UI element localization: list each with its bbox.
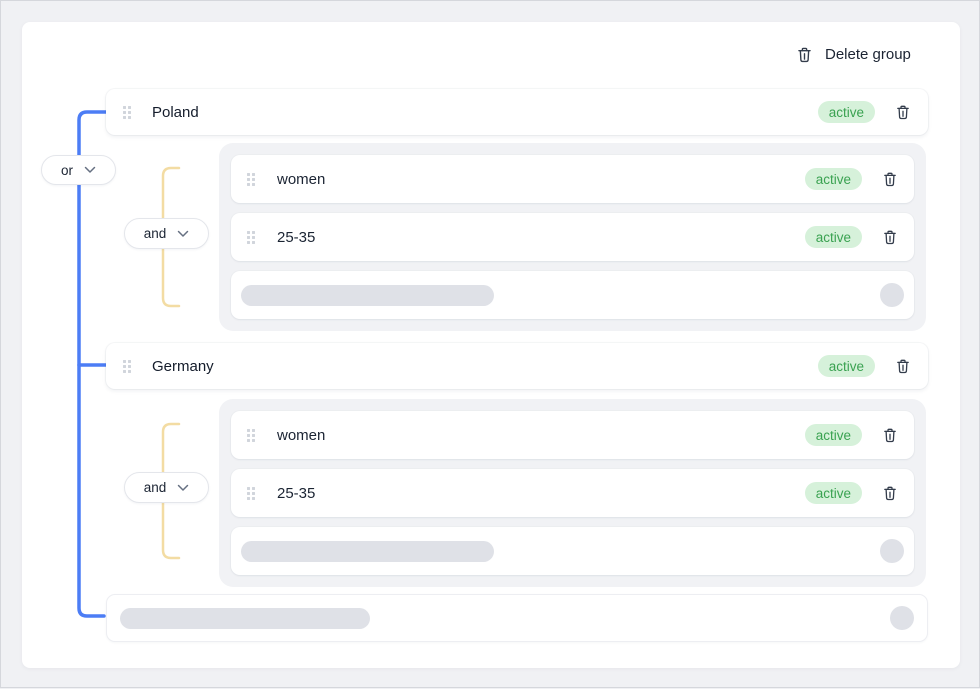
- operator-label: and: [144, 226, 167, 241]
- condition-group-container: women active 25-35 active: [219, 143, 926, 331]
- group-operator-dropdown[interactable]: and: [124, 218, 209, 249]
- condition-label: women: [277, 427, 325, 444]
- delete-group-button[interactable]: Delete group: [796, 42, 911, 66]
- group-placeholder-row: [106, 594, 928, 642]
- delete-item-button[interactable]: [895, 104, 911, 120]
- skeleton-dot: [880, 539, 904, 563]
- delete-item-button[interactable]: [882, 171, 898, 187]
- chevron-down-icon: [177, 230, 189, 238]
- drag-handle-icon[interactable]: [247, 429, 255, 442]
- skeleton-bar: [241, 285, 494, 306]
- group-operator-dropdown[interactable]: and: [124, 472, 209, 503]
- trash-icon: [882, 485, 898, 501]
- skeleton-bar: [241, 541, 494, 562]
- delete-item-button[interactable]: [895, 358, 911, 374]
- operator-label: and: [144, 480, 167, 495]
- status-badge: active: [805, 482, 862, 504]
- status-badge: active: [805, 226, 862, 248]
- condition-row: 25-35 active: [231, 469, 914, 517]
- chevron-down-icon: [84, 166, 96, 174]
- condition-group-container: women active 25-35 active: [219, 399, 926, 587]
- condition-label: 25-35: [277, 485, 315, 502]
- drag-handle-icon[interactable]: [123, 360, 131, 373]
- condition-label: 25-35: [277, 229, 315, 246]
- drag-handle-icon[interactable]: [123, 106, 131, 119]
- condition-placeholder-row: [231, 271, 914, 319]
- status-badge: active: [805, 168, 862, 190]
- drag-handle-icon[interactable]: [247, 173, 255, 186]
- delete-item-button[interactable]: [882, 427, 898, 443]
- condition-row: women active: [231, 155, 914, 203]
- trash-icon: [882, 427, 898, 443]
- trash-icon: [882, 229, 898, 245]
- status-badge: active: [818, 101, 875, 123]
- page-background: Delete group or Poland active and: [0, 0, 980, 688]
- group-card-germany: Germany active: [106, 343, 928, 389]
- skeleton-dot: [890, 606, 914, 630]
- condition-label: women: [277, 171, 325, 188]
- chevron-down-icon: [177, 484, 189, 492]
- delete-item-button[interactable]: [882, 485, 898, 501]
- delete-item-button[interactable]: [882, 229, 898, 245]
- trash-icon: [895, 104, 911, 120]
- condition-row: 25-35 active: [231, 213, 914, 261]
- trash-icon: [796, 46, 813, 63]
- drag-handle-icon[interactable]: [247, 231, 255, 244]
- group-card-poland: Poland active: [106, 89, 928, 135]
- status-badge: active: [818, 355, 875, 377]
- root-operator-dropdown[interactable]: or: [41, 155, 116, 185]
- trash-icon: [895, 358, 911, 374]
- drag-handle-icon[interactable]: [247, 487, 255, 500]
- condition-placeholder-row: [231, 527, 914, 575]
- operator-label: or: [61, 163, 73, 178]
- delete-group-label: Delete group: [825, 46, 911, 63]
- skeleton-bar: [120, 608, 370, 629]
- trash-icon: [882, 171, 898, 187]
- group-title: Poland: [152, 104, 199, 121]
- condition-row: women active: [231, 411, 914, 459]
- skeleton-dot: [880, 283, 904, 307]
- group-title: Germany: [152, 358, 214, 375]
- status-badge: active: [805, 424, 862, 446]
